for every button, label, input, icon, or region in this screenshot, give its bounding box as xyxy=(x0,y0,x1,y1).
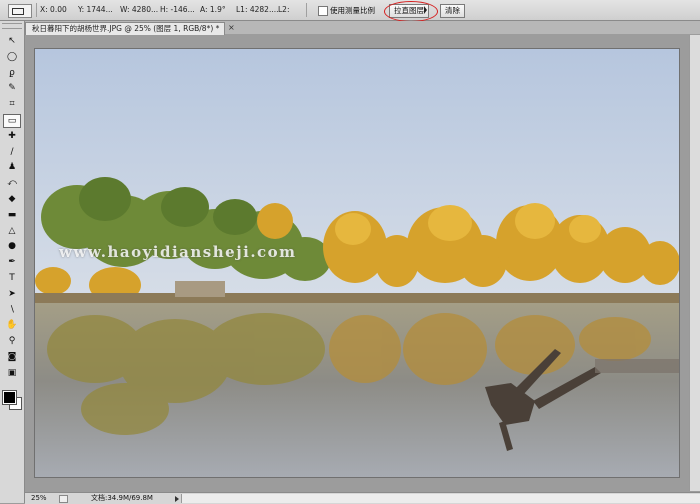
highlight-circle xyxy=(384,1,438,22)
screen-mode-icon[interactable]: ▣ xyxy=(5,367,19,379)
l1-readout: L1: 4282.... xyxy=(236,5,279,14)
brush-tool-icon[interactable]: ∕ xyxy=(5,146,19,158)
zoom-level[interactable]: 25% xyxy=(31,493,47,504)
dodge-tool-icon[interactable]: ● xyxy=(5,240,19,252)
close-tab-icon[interactable]: × xyxy=(228,23,235,32)
move-tool-icon[interactable]: ↖ xyxy=(5,35,19,47)
status-bar: 25% 文档:34.9M/69.8M xyxy=(25,492,700,504)
x-coordinate-readout: X: 0.00 xyxy=(40,5,67,14)
document-tab[interactable]: 秋日暮阳下的胡杨世界.JPG @ 25% (图层 1, RGB/8*) * xyxy=(25,22,225,35)
quick-select-tool-icon[interactable]: ✎ xyxy=(5,82,19,94)
hand-tool-icon[interactable]: ✋ xyxy=(5,319,19,331)
ruler-tool-icon[interactable]: ▭ xyxy=(3,114,21,128)
line-tool-icon[interactable]: ∖ xyxy=(5,304,19,316)
width-readout: W: 4280... xyxy=(120,5,159,14)
lasso-tool-icon[interactable]: ϼ xyxy=(5,67,19,79)
height-readout: H: -146... xyxy=(160,5,195,14)
autumn-populus-photo xyxy=(35,49,679,477)
use-measurement-scale-checkbox[interactable] xyxy=(318,6,328,16)
clear-button[interactable]: 清除 xyxy=(440,4,465,18)
use-measurement-scale-label: 使用测量比例 xyxy=(330,6,375,15)
zoom-tool-icon[interactable]: ⚲ xyxy=(5,335,19,347)
document-tab-bar: 秋日暮阳下的胡杨世界.JPG @ 25% (图层 1, RGB/8*) * × xyxy=(25,21,700,35)
marquee-tool-icon[interactable]: ◯ xyxy=(5,51,19,63)
tool-preset-picker[interactable] xyxy=(8,4,32,18)
separator xyxy=(306,3,307,17)
status-preview-box[interactable] xyxy=(59,495,68,503)
separator xyxy=(36,3,37,17)
vertical-scrollbar[interactable] xyxy=(689,35,700,491)
stamp-tool-icon[interactable]: ♟ xyxy=(5,161,19,173)
l2-readout: L2: xyxy=(278,5,290,14)
crop-tool-icon[interactable]: ⌗ xyxy=(5,98,19,110)
gradient-tool-icon[interactable]: ▬ xyxy=(5,209,19,221)
panel-grip[interactable] xyxy=(2,23,22,29)
document-size-info: 文档:34.9M/69.8M xyxy=(91,494,153,502)
pen-tool-icon[interactable]: ✒ xyxy=(5,256,19,268)
healing-tool-icon[interactable]: ✚ xyxy=(5,130,19,142)
foreground-color-swatch[interactable] xyxy=(2,390,17,405)
watermark-text: www.haoyidiansheji.com xyxy=(59,243,297,261)
options-bar: X: 0.00 Y: 1744... W: 4280... H: -146...… xyxy=(0,0,700,22)
blur-tool-icon[interactable]: △ xyxy=(5,225,19,237)
y-coordinate-readout: Y: 1744... xyxy=(78,5,113,14)
status-menu-arrow-icon[interactable] xyxy=(175,496,179,502)
type-tool-icon[interactable]: T xyxy=(5,272,19,284)
quick-mask-icon[interactable]: ◙ xyxy=(5,351,19,363)
angle-readout: A: 1.9° xyxy=(200,5,226,14)
mouse-cursor-icon xyxy=(424,6,427,14)
horizontal-scrollbar[interactable] xyxy=(181,494,700,503)
path-select-tool-icon[interactable]: ➤ xyxy=(5,288,19,300)
image-canvas[interactable]: www.haoyidiansheji.com xyxy=(34,48,680,478)
eraser-tool-icon[interactable]: ◆ xyxy=(5,193,19,205)
tools-panel: ↖ ◯ ϼ ✎ ⌗ ▭ ✚ ∕ ♟ ⤺ ◆ ▬ △ ● ✒ T ➤ ∖ ✋ ⚲ ◙ ▣ xyxy=(0,21,25,503)
history-brush-tool-icon[interactable]: ⤺ xyxy=(5,177,19,189)
